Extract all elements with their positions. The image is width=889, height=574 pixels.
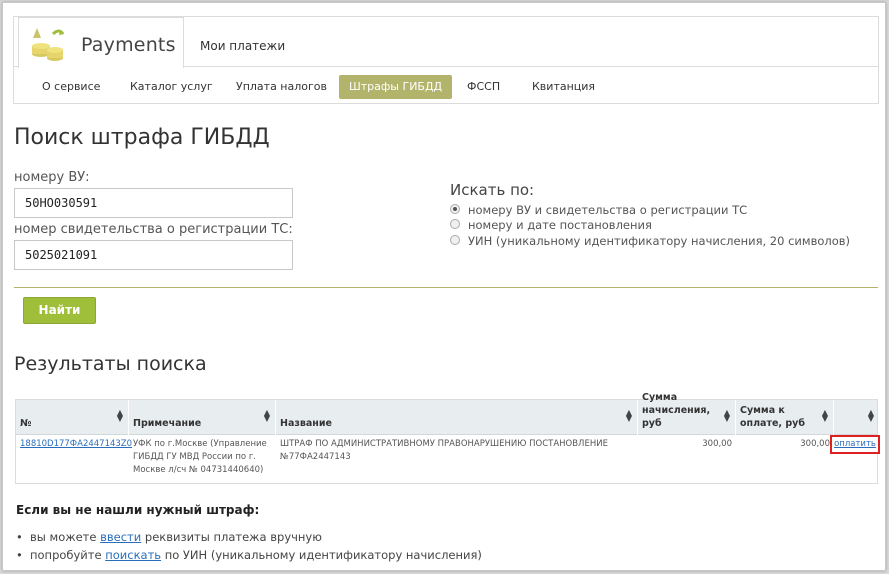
divider [14, 287, 878, 288]
browser-frame: Payments Мои платежи О сервисе Каталог у… [2, 2, 886, 571]
registration-label: номер свидетельства о регистрации ТС: [14, 222, 293, 237]
radio-checked-icon[interactable] [450, 204, 460, 214]
brand-name: Payments [81, 34, 176, 56]
page-title: Поиск штрафа ГИБДД [14, 125, 270, 150]
nav-about[interactable]: О сервисе [42, 75, 100, 99]
column-name[interactable]: Название ▲ ▼ [276, 400, 638, 435]
header-top-bar: Payments Мои платежи [14, 17, 878, 68]
pay-link[interactable]: оплатить [830, 435, 880, 454]
find-button[interactable]: Найти [23, 297, 96, 324]
registration-input[interactable]: 5025021091 [14, 240, 293, 270]
sort-icon: ▲ ▼ [116, 408, 123, 423]
sort-icon: ▲ ▼ [867, 408, 874, 423]
column-amount[interactable]: Сумма начисления, руб ▲ ▼ [638, 392, 736, 435]
nav-catalog[interactable]: Каталог услуг [130, 75, 213, 99]
not-found-title: Если вы не нашли нужный штраф: [16, 503, 260, 517]
sort-icon: ▲ ▼ [821, 408, 828, 423]
brand-tab[interactable]: Payments [18, 17, 184, 68]
nav-receipt[interactable]: Квитанция [532, 75, 595, 99]
search-by-uin-link[interactable]: поискать [105, 548, 161, 562]
search-by-label: Искать по: [450, 181, 535, 199]
my-payments-link[interactable]: Мои платежи [200, 39, 285, 53]
sort-icon: ▲ ▼ [723, 408, 730, 423]
column-to-pay[interactable]: Сумма к оплате, руб ▲ ▼ [736, 400, 834, 435]
column-action[interactable]: ▲ ▼ [834, 400, 879, 435]
not-found-item: • попробуйте поискать по УИН (уникальному… [16, 548, 482, 562]
not-found-item: • вы можете ввести реквизиты платежа вруч… [16, 530, 322, 544]
sort-icon: ▲ ▼ [625, 408, 632, 423]
column-number[interactable]: № ▲ ▼ [16, 400, 129, 435]
radio-icon[interactable] [450, 235, 460, 245]
column-note[interactable]: Примечание ▲ ▼ [129, 400, 276, 435]
license-input[interactable]: 50НО030591 [14, 188, 293, 218]
license-label: номеру ВУ: [14, 170, 90, 185]
nav-traffic-fines[interactable]: Штрафы ГИБДД [339, 75, 453, 99]
enter-manually-link[interactable]: ввести [100, 530, 141, 544]
row-to-pay: 300,00 [800, 439, 830, 449]
results-title: Результаты поиска [14, 353, 207, 375]
coins-logo-icon [32, 28, 65, 61]
fine-number-link[interactable]: 18810D177ФА2447143Z0 [20, 438, 132, 451]
main-nav: О сервисе Каталог услуг Уплата налогов Ш… [14, 75, 878, 99]
nav-fssp[interactable]: ФССП [467, 75, 500, 99]
radio-icon[interactable] [450, 219, 460, 229]
row-note: УФК по г.Москве (Управление ГИБДД ГУ МВД… [133, 439, 267, 475]
row-amount: 300,00 [702, 439, 732, 449]
site-header: Payments Мои платежи О сервисе Каталог у… [13, 16, 879, 104]
row-name: ШТРАФ ПО АДМИНИСТРАТИВНОМУ ПРАВОНАРУШЕНИ… [280, 439, 608, 462]
sort-icon: ▲ ▼ [263, 408, 270, 423]
results-table: № ▲ ▼ Примечание ▲ ▼ Название ▲ ▼ Сумма начисл… [15, 392, 880, 484]
nav-taxes[interactable]: Уплата налогов [236, 75, 327, 99]
table-header: № ▲ ▼ Примечание ▲ ▼ Название ▲ ▼ Сумма начисл… [16, 392, 879, 435]
